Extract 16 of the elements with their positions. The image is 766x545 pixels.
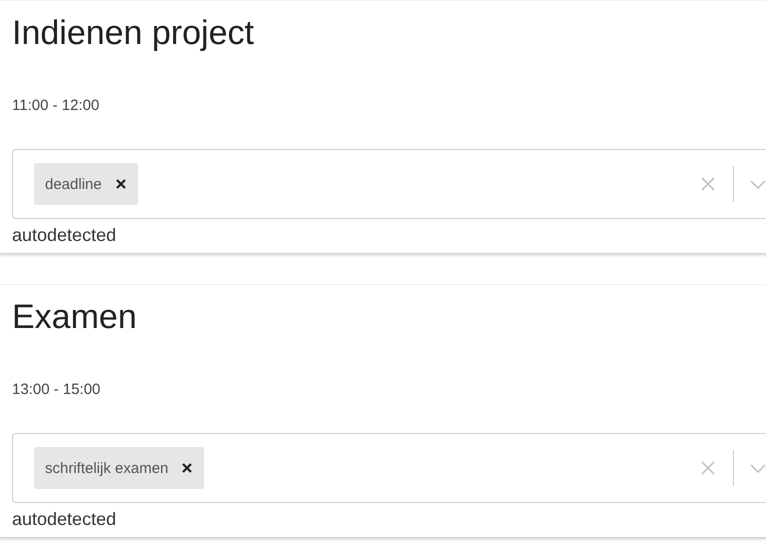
detection-note: autodetected	[12, 224, 118, 247]
event-time: 11:00 - 12:00	[12, 97, 100, 115]
tag-label: deadline	[45, 176, 102, 192]
clear-icon[interactable]	[701, 177, 715, 191]
tag-select-field[interactable]: schriftelijk examen	[12, 433, 766, 503]
clear-icon[interactable]	[701, 461, 715, 475]
chevron-down-icon[interactable]	[750, 180, 766, 188]
tag-label: schriftelijk examen	[45, 460, 168, 476]
event-time: 13:00 - 15:00	[12, 381, 102, 399]
remove-icon[interactable]	[116, 179, 126, 189]
chevron-down-icon[interactable]	[750, 464, 766, 472]
event-title: Indienen project	[12, 13, 255, 53]
detection-note: autodetected	[12, 508, 118, 531]
tag-select-field[interactable]: deadline	[12, 149, 766, 219]
remove-icon[interactable]	[182, 463, 192, 473]
event-title: Examen	[12, 297, 138, 337]
